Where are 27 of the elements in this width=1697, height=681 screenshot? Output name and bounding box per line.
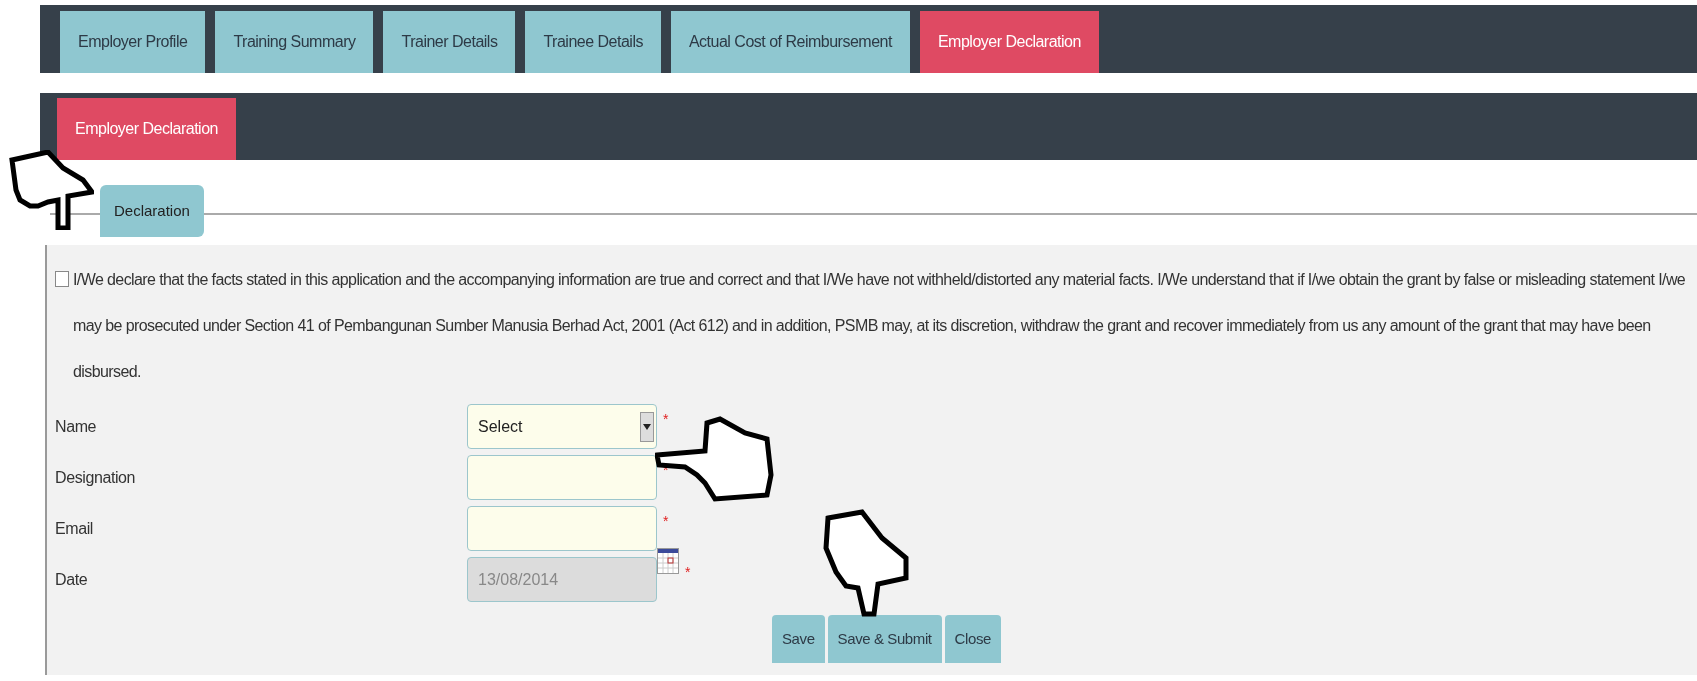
input-field[interactable] xyxy=(467,506,657,551)
field-label: Email xyxy=(55,518,94,539)
required-mark: * xyxy=(663,512,669,531)
pointing-hand-icon xyxy=(8,150,94,230)
action-button[interactable]: Close xyxy=(944,615,1001,663)
tab[interactable]: Employer Declaration xyxy=(57,98,236,160)
declaration-checkbox[interactable] xyxy=(55,271,69,287)
required-mark: * xyxy=(663,410,669,429)
field-label: Name xyxy=(55,416,98,437)
declaration-text: I/We declare that the facts stated in this application and the accompanying information are true and correct and that I/We have not withheld/distorted any material facts. I/We understand that if I/we obtain the grant by false or misleading statement I/we may be prosecuted under Section 41 of Pembangunan Sumber Manusia Berhad Act, 2001 (Act 612) and in addition, PSMB may, at its discretion, withdraw the grant and recover immediately from us any amount of the grant that may have been disbursed. xyxy=(73,270,1687,382)
name-dropdown[interactable]: Select xyxy=(467,404,657,449)
action-button[interactable]: Save xyxy=(772,615,825,663)
section-tab[interactable]: Declaration xyxy=(100,185,204,237)
tab[interactable]: Training Summary xyxy=(215,11,374,73)
calendar-icon[interactable] xyxy=(657,548,679,574)
action-button[interactable]: Save & Submit xyxy=(827,615,942,663)
tab[interactable]: Trainee Details xyxy=(525,11,661,73)
tab[interactable]: Trainer Details xyxy=(383,11,516,73)
tab[interactable]: Employer Profile xyxy=(60,11,206,73)
required-mark: * xyxy=(685,563,691,582)
field-label: Designation xyxy=(55,467,137,488)
input-field[interactable] xyxy=(467,455,657,500)
pointing-hand-icon xyxy=(655,415,775,503)
tab[interactable]: Actual Cost of Reimbursement xyxy=(670,11,910,73)
pointing-hand-icon xyxy=(822,508,910,618)
field-label: Date xyxy=(55,569,89,590)
tab[interactable]: Employer Declaration xyxy=(919,11,1099,73)
